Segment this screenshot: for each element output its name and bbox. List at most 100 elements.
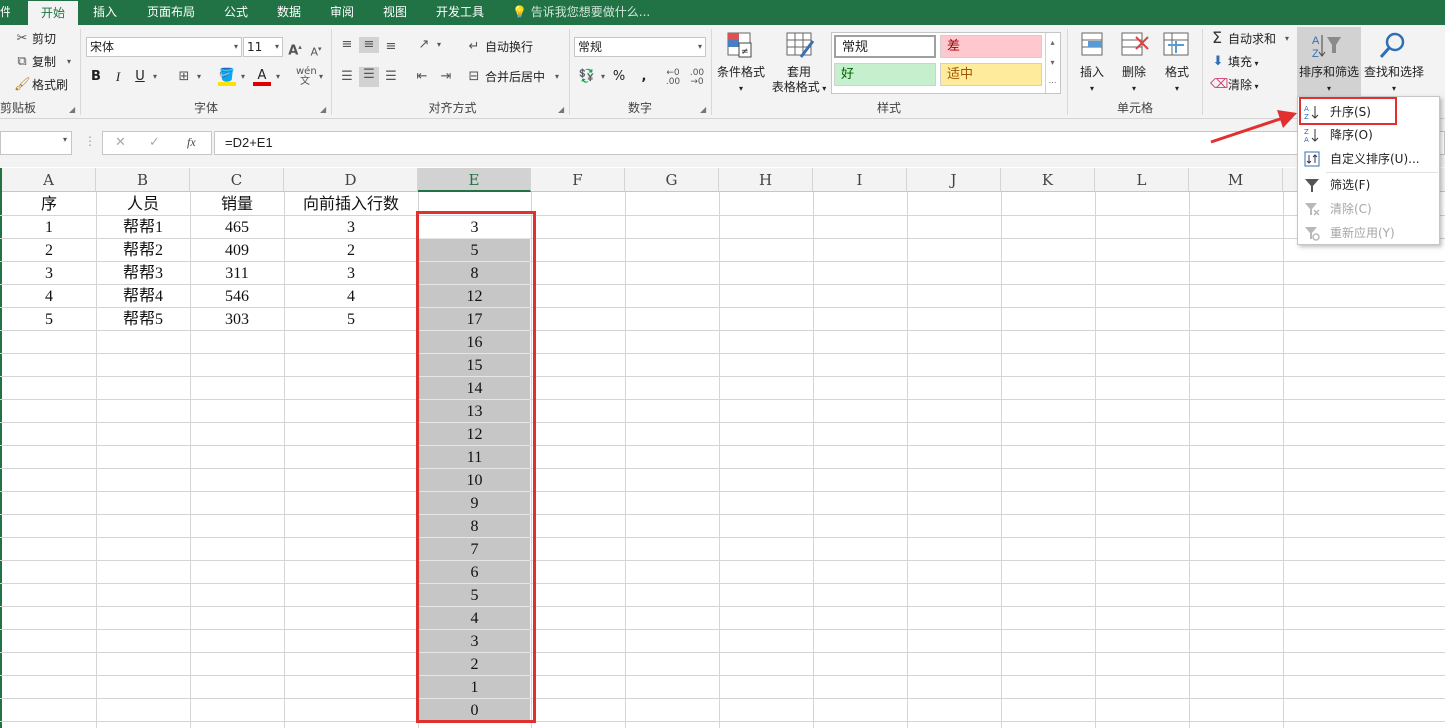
table-cell[interactable]: 4 xyxy=(284,285,418,308)
decrease-indent-icon[interactable]: ⇤ xyxy=(414,69,430,85)
menu-item-custom-sort[interactable]: 自定义排序(U)... xyxy=(1298,147,1439,171)
column-header-m[interactable]: M xyxy=(1189,168,1283,192)
cancel-icon[interactable]: ✕ xyxy=(115,135,126,150)
currency-icon[interactable]: 💱 xyxy=(578,69,596,85)
decrease-font-icon[interactable]: A▾ xyxy=(310,41,322,61)
column-header-a[interactable]: A xyxy=(2,168,96,192)
column-header-e[interactable]: E xyxy=(418,168,531,192)
table-cell[interactable]: 546 xyxy=(190,285,284,308)
style-bad[interactable]: 差 xyxy=(940,35,1042,58)
enter-icon[interactable]: ✓ xyxy=(149,135,160,150)
font-name-combo[interactable]: 宋体 ▾ xyxy=(86,37,242,57)
font-color-dropdown-icon[interactable]: ▾ xyxy=(273,69,283,85)
table-cell[interactable]: 5 xyxy=(284,308,418,331)
table-cell[interactable]: 3 xyxy=(284,216,418,239)
table-cell[interactable]: 2 xyxy=(284,239,418,262)
style-good[interactable]: 好 xyxy=(834,63,936,86)
table-cell[interactable]: 帮帮5 xyxy=(96,308,190,331)
border-icon[interactable]: ⊞ xyxy=(176,69,192,85)
wrap-text-button[interactable]: 自动换行 xyxy=(485,39,533,55)
menu-item-filter[interactable]: 筛选(F) xyxy=(1298,173,1439,197)
tab-view[interactable]: 视图 xyxy=(383,0,407,25)
table-cell[interactable]: 303 xyxy=(190,308,284,331)
table-cell[interactable]: 3 xyxy=(284,262,418,285)
currency-dropdown-icon[interactable]: ▾ xyxy=(598,69,608,85)
bold-button[interactable]: B xyxy=(90,69,102,85)
tab-review[interactable]: 审阅 xyxy=(330,0,354,25)
clear-button[interactable]: 清除 ▾ xyxy=(1228,77,1259,95)
column-header-d[interactable]: D xyxy=(284,168,418,192)
column-header-i[interactable]: I xyxy=(813,168,907,192)
gallery-scroll[interactable]: ▴ ▾ ⋯ xyxy=(1045,33,1059,93)
autosum-dropdown-icon[interactable]: ▾ xyxy=(1282,31,1292,47)
phonetic-dropdown-icon[interactable]: ▾ xyxy=(316,69,326,85)
delete-cells-button[interactable]: 删除 ▾ xyxy=(1114,65,1154,96)
copy-dropdown-icon[interactable]: ▾ xyxy=(64,54,74,70)
name-box[interactable]: ▾ xyxy=(0,131,72,155)
align-right-icon[interactable]: ☰ xyxy=(383,69,399,85)
table-cell[interactable]: 帮帮2 xyxy=(96,239,190,262)
clipboard-launcher-icon[interactable]: ◢ xyxy=(69,105,75,114)
table-cell[interactable]: 3 xyxy=(2,262,96,285)
font-color-icon[interactable]: A xyxy=(253,68,271,86)
copy-button[interactable]: 复制 xyxy=(32,54,56,70)
tab-page-layout[interactable]: 页面布局 xyxy=(147,0,195,25)
tab-data[interactable]: 数据 xyxy=(277,0,301,25)
table-cell[interactable]: 帮帮3 xyxy=(96,262,190,285)
font-launcher-icon[interactable]: ◢ xyxy=(320,105,326,114)
format-cells-button[interactable]: 格式 ▾ xyxy=(1157,65,1197,96)
comma-button[interactable]: , xyxy=(638,69,650,85)
tab-formulas[interactable]: 公式 xyxy=(224,0,248,25)
merge-center-button[interactable]: 合并后居中 xyxy=(485,69,545,85)
tab-file[interactable]: 件 xyxy=(0,0,10,25)
chevron-down-icon[interactable]: ▾ xyxy=(63,135,67,144)
table-cell[interactable]: 2 xyxy=(2,239,96,262)
format-painter-button[interactable]: 格式刷 xyxy=(32,77,68,93)
underline-button[interactable]: U xyxy=(134,69,146,85)
column-header-g[interactable]: G xyxy=(625,168,719,192)
orientation-icon[interactable]: ↗ xyxy=(415,37,433,53)
percent-button[interactable]: % xyxy=(612,69,626,85)
cut-button[interactable]: 剪切 xyxy=(32,31,56,47)
alignment-launcher-icon[interactable]: ◢ xyxy=(558,105,564,114)
align-top-icon[interactable]: ≡ xyxy=(339,37,355,53)
fill-color-icon[interactable]: 🪣 xyxy=(218,68,236,86)
number-launcher-icon[interactable]: ◢ xyxy=(700,105,706,114)
tab-insert[interactable]: 插入 xyxy=(93,0,117,25)
find-select-button[interactable]: 查找和选择 ▾ xyxy=(1362,65,1426,96)
align-bottom-icon[interactable]: ≡ xyxy=(383,39,399,55)
insert-cells-button[interactable]: 插入 ▾ xyxy=(1072,65,1112,96)
insert-function-icon[interactable]: fx xyxy=(187,135,196,150)
column-header-c[interactable]: C xyxy=(190,168,284,192)
align-center-icon[interactable]: ☰ xyxy=(359,67,379,87)
number-format-combo[interactable]: 常规 ▾ xyxy=(574,37,706,57)
column-header-j[interactable]: J xyxy=(907,168,1001,192)
table-cell[interactable]: 5 xyxy=(2,308,96,331)
decrease-decimal-icon[interactable]: .00 →0 xyxy=(688,69,706,87)
header-cell[interactable]: 人员 xyxy=(96,193,190,216)
column-header-k[interactable]: K xyxy=(1001,168,1095,192)
format-as-table-button[interactable]: 套用 表格格式 ▾ xyxy=(768,65,830,96)
scroll-down-icon[interactable]: ▾ xyxy=(1050,58,1054,67)
table-cell[interactable]: 1 xyxy=(2,216,96,239)
table-cell[interactable]: 465 xyxy=(190,216,284,239)
increase-indent-icon[interactable]: ⇥ xyxy=(438,69,454,85)
align-middle-icon[interactable]: ≡ xyxy=(359,37,379,53)
scroll-up-icon[interactable]: ▴ xyxy=(1050,38,1054,47)
conditional-format-button[interactable]: 条件格式 ▾ xyxy=(714,65,768,96)
font-size-combo[interactable]: 11 ▾ xyxy=(243,37,283,57)
italic-button[interactable]: I xyxy=(112,69,124,85)
orientation-dropdown-icon[interactable]: ▾ xyxy=(434,37,444,53)
header-cell[interactable]: 序 xyxy=(2,193,96,216)
more-icon[interactable]: ⋯ xyxy=(1049,78,1057,87)
header-cell[interactable]: 向前插入行数 xyxy=(284,193,418,216)
tab-developer[interactable]: 开发工具 xyxy=(436,0,484,25)
column-header-l[interactable]: L xyxy=(1095,168,1189,192)
table-cell[interactable]: 4 xyxy=(2,285,96,308)
column-header-f[interactable]: F xyxy=(531,168,625,192)
table-cell[interactable]: 帮帮1 xyxy=(96,216,190,239)
table-cell[interactable]: 311 xyxy=(190,262,284,285)
align-left-icon[interactable]: ☰ xyxy=(339,69,355,85)
phonetic-icon[interactable]: wén 文 xyxy=(296,67,317,87)
style-normal[interactable]: 常规 xyxy=(834,35,936,58)
